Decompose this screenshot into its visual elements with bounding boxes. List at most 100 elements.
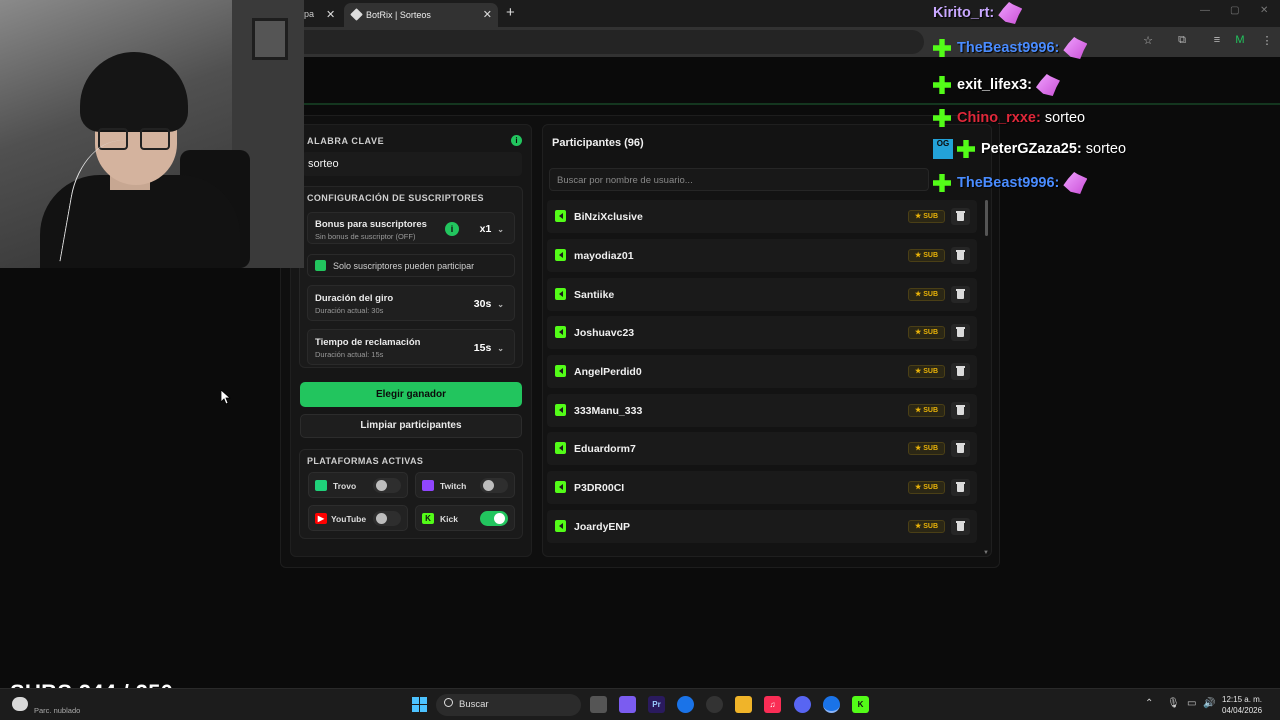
trash-icon[interactable] [951,440,970,457]
only-subs-label: Solo suscriptores pueden participar [333,261,475,271]
close-tab-icon[interactable]: ✕ [326,8,335,21]
platform-kick: K Kick [415,505,515,531]
clock-date: 04/04/2026 [1222,706,1263,715]
participant-name: Santiike [574,289,615,301]
info-icon[interactable]: i [445,222,459,236]
claim-subtitle: Duración actual: 15s [315,350,384,359]
chrome-icon[interactable] [677,696,694,713]
claim-title: Tiempo de reclamación [315,337,421,348]
sub-badge: ★ SUB [908,249,945,262]
claim-time-select[interactable]: 15s ⌄ [474,342,504,354]
trash-icon[interactable] [951,402,970,419]
obs-icon[interactable] [706,696,723,713]
taskbar-search-label: Buscar [459,699,489,710]
sub-badge-label: SUB [923,523,938,530]
info-icon[interactable]: i [511,135,522,146]
chat-username: TheBeast9996: [957,174,1060,191]
platforms-label: PLATAFORMAS ACTIVAS [307,456,424,466]
network-icon[interactable]: ▭ [1187,698,1196,709]
participant-row: mayodiaz01 ★ SUB [547,239,977,272]
sub-badge: ★ SUB [908,442,945,455]
platform-youtube: ▶ YouTube [308,505,408,531]
kick-icon [555,288,566,300]
tab-title: pa [304,9,315,19]
kick-app-icon[interactable]: K [852,696,869,713]
trash-icon[interactable] [951,363,970,380]
participant-search-input[interactable]: Buscar por nombre de usuario... [549,168,929,191]
tray-chevron-icon[interactable]: ⌃ [1145,698,1153,709]
browser-tab-previous[interactable]: pa ✕ [304,4,344,24]
chat-text: sorteo [1085,140,1127,157]
kick-badge-icon [933,39,951,57]
kick-icon [555,326,566,338]
menu-icon[interactable]: ⋮ [1259,34,1275,50]
close-window-icon[interactable]: ✕ [1260,5,1268,16]
bonus-select[interactable]: x1 ⌄ [480,223,504,235]
spin-title: Duración del giro [315,293,394,304]
scroll-down-icon[interactable]: ▼ [983,550,989,556]
participant-name: BiNziXclusive [574,211,643,223]
platform-trovo: Trovo [308,472,408,498]
trash-icon[interactable] [951,518,970,535]
spin-duration-select[interactable]: 30s ⌄ [474,298,504,310]
webcam-overlay [0,0,304,268]
extensions-icon[interactable]: ⧉ [1174,34,1190,50]
browser-tab-bar: pa ✕ BotRix | Sorteos ✕ + — ▢ ✕ [304,0,1280,27]
sub-badge: ★ SUB [908,520,945,533]
minimize-icon[interactable]: — [1200,5,1210,16]
youtube-toggle[interactable] [373,511,401,526]
taskbar-search[interactable]: Buscar [436,694,581,716]
chat-message: Chino_rxxe: sorteo [933,109,1085,127]
url-field[interactable] [304,30,924,54]
twitch-toggle[interactable] [480,478,508,493]
participants-scrollbar[interactable] [985,200,988,236]
weather-icon[interactable] [12,697,28,711]
sub-badge-label: SUB [923,368,938,375]
maximize-icon[interactable]: ▢ [1230,5,1239,16]
discord-icon[interactable] [794,696,811,713]
premiere-icon[interactable]: Pr [648,696,665,713]
platform-name: Kick [440,514,458,524]
clear-participants-button[interactable]: Limpiar participantes [300,414,522,438]
spin-duration-card: Duración del giro Duración actual: 30s 3… [307,285,515,321]
music-icon[interactable]: ♫ [764,696,781,713]
chat-message: TheBeast9996: [933,37,1088,59]
kick-icon [555,210,566,222]
only-subs-checkbox[interactable] [315,260,326,271]
trovo-toggle[interactable] [373,478,401,493]
sub-badge: ★ SUB [908,365,945,378]
volume-icon[interactable]: 🔊 [1203,698,1215,709]
keyword-input[interactable]: sorteo [302,152,522,176]
chat-username: Kirito_rt: [933,4,995,21]
kick-icon [555,404,566,416]
star-icon[interactable]: ☆ [1140,34,1156,50]
taskbar-clock[interactable]: 12:15 a. m. 04/04/2026 [1222,694,1262,716]
weather-label[interactable]: Parc. nublado [34,706,80,715]
trash-icon[interactable] [951,324,970,341]
new-tab-button[interactable]: + [506,4,515,21]
media-icon[interactable]: ≡ [1209,34,1225,50]
pick-winner-button[interactable]: Elegir ganador [300,382,522,407]
subscriber-bonus-card: Bonus para suscriptores Sin bonus de sus… [307,212,515,244]
trash-icon[interactable] [951,479,970,496]
close-tab-icon[interactable]: ✕ [483,8,492,21]
copilot-icon[interactable] [619,696,636,713]
sub-badge-label: SUB [923,213,938,220]
trash-icon[interactable] [951,247,970,264]
windows-start-icon[interactable] [412,697,427,712]
kick-icon [555,520,566,532]
og-badge-icon: OG [933,139,953,159]
participant-name: Joshuavc23 [574,327,635,339]
file-explorer-icon[interactable] [735,696,752,713]
task-view-icon[interactable] [590,696,607,713]
trash-icon[interactable] [951,208,970,225]
browser-tab-active[interactable]: BotRix | Sorteos ✕ [344,3,498,27]
chrome-active-icon[interactable] [823,696,840,713]
microphone-icon[interactable]: 🎙 [1167,698,1180,709]
twitch-icon [422,480,434,491]
trash-icon[interactable] [951,286,970,303]
kick-badge-icon [933,76,951,94]
profile-icon[interactable]: M [1232,34,1248,50]
kick-toggle[interactable] [480,511,508,526]
tab-title: BotRix | Sorteos [366,10,431,20]
